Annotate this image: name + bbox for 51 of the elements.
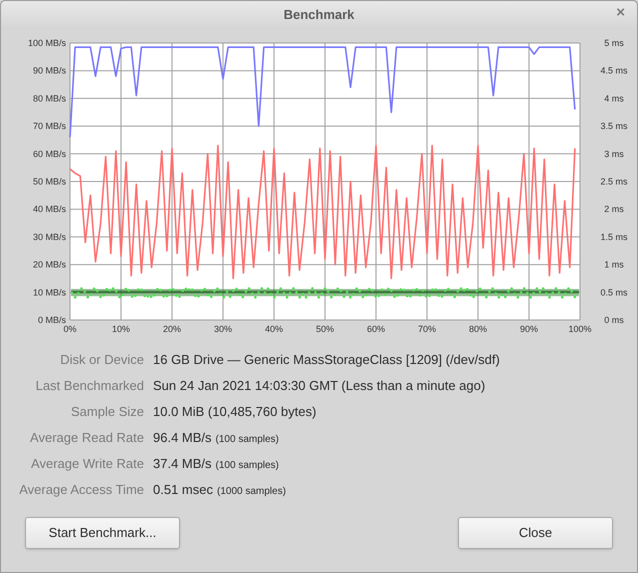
detail-label: Sample Size [70,403,144,421]
y-tick-label: 80 MB/s [32,93,66,104]
sample-count: (100 samples) [216,459,279,473]
y-tick-label: 10 MB/s [32,287,66,298]
right-tick-label: 3.5 ms [600,121,628,132]
x-tick-label: 50% [316,324,334,334]
y-tick-label: 100 MB/s [28,38,66,48]
right-tick-label: 0 ms [604,315,624,325]
sample-count: (1000 samples) [216,485,286,499]
right-tick-label: 5 ms [604,38,624,48]
y-tick-label: 30 MB/s [32,232,66,242]
y-tick-label: 20 MB/s [32,260,66,270]
x-tick-label: 70% [418,324,436,334]
right-tick-label: 4.5 ms [600,66,628,76]
x-tick-label: 80% [469,324,487,334]
right-tick-label: 2.5 ms [600,176,628,186]
y-tick-label: 90 MB/s [32,66,66,76]
y-tick-label: 0 MB/s [38,315,66,325]
x-tick-label: 90% [520,324,538,334]
detail-value: 37.4 MB/s [153,455,212,473]
x-tick-label: 20% [163,324,181,334]
x-tick-label: 10% [112,324,130,334]
x-tick-label: 0% [64,324,76,334]
window-title: Benchmark [284,6,354,24]
detail-label: Last Benchmarked [34,377,144,395]
right-tick-label: 1.5 ms [600,232,628,242]
y-tick-label: 70 MB/s [32,121,66,132]
start-benchmark-button[interactable]: Start Benchmark... [25,517,180,549]
right-tick-label: 0.5 ms [600,287,628,298]
detail-value: 0.51 msec [153,481,213,499]
y-tick-label: 40 MB/s [32,204,66,214]
y-tick-label: 60 MB/s [32,148,66,159]
x-tick-label: 100% [568,324,592,334]
right-tick-label: 4 ms [604,93,624,104]
sample-count: (100 samples) [216,433,279,447]
detail-label: Average Access Time [18,481,144,499]
detail-value: 16 GB Drive — Generic MassStorageClass [1209] (/dev/sdf) [153,351,500,369]
right-tick-label: 3 ms [604,148,624,159]
detail-value: 96.4 MB/s [153,429,212,447]
x-tick-label: 30% [214,324,232,334]
detail-label: Average Read Rate [29,429,144,447]
detail-label: Disk or Device [59,351,144,369]
right-tick-label: 2 ms [604,204,624,214]
detail-value: 10.0 MiB (10,485,760 bytes) [153,403,316,421]
x-tick-label: 40% [265,324,283,334]
y-tick-label: 50 MB/s [32,176,66,186]
detail-value: Sun 24 Jan 2021 14:03:30 GMT (Less than a minute ago) [153,377,486,395]
close-button[interactable]: Close [458,517,613,549]
right-tick-label: 1 ms [604,260,624,270]
detail-label: Average Write Rate [30,455,144,473]
x-tick-label: 60% [367,324,385,334]
